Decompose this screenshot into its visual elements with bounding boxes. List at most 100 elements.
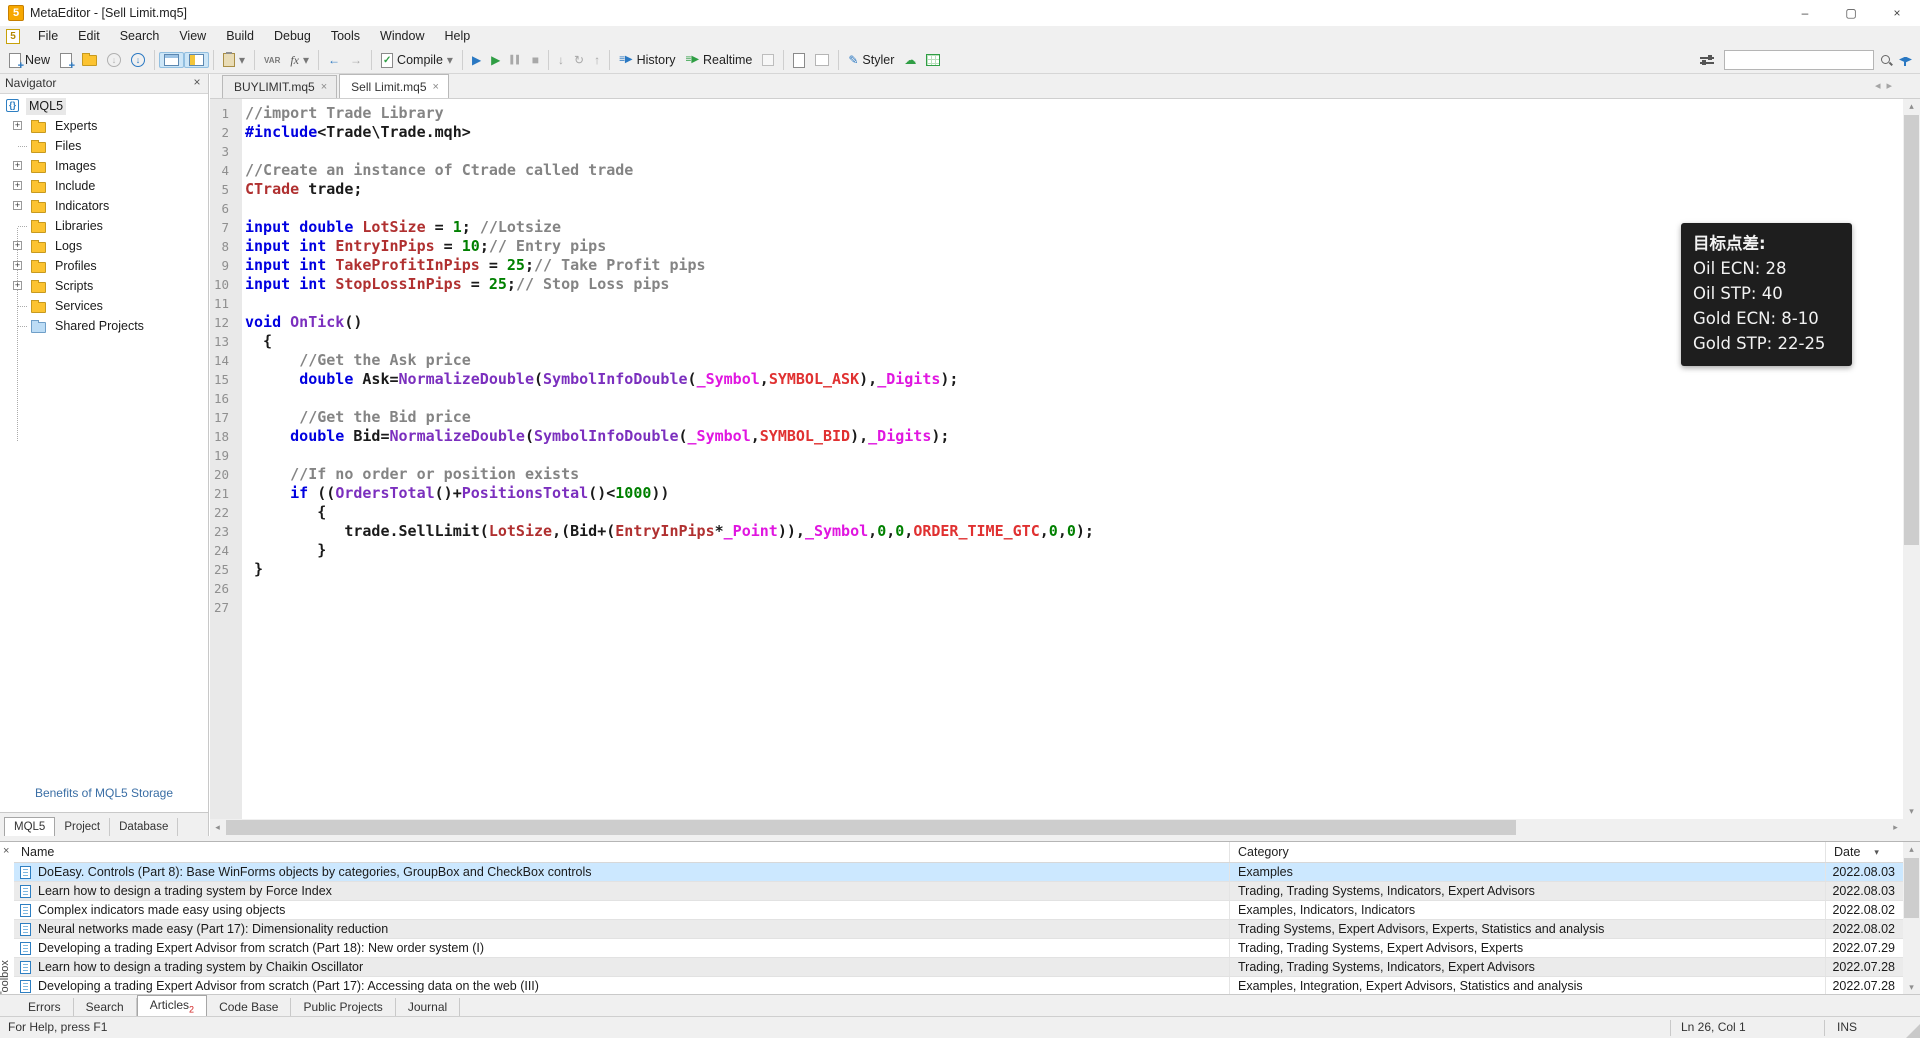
column-header-name[interactable]: Name: [14, 842, 1230, 862]
navigate-forward-button[interactable]: →: [345, 51, 367, 69]
metaquotes-id-button[interactable]: [921, 52, 945, 68]
tree-item-services[interactable]: Services: [0, 296, 208, 316]
function-list-button[interactable]: fx▾: [285, 51, 314, 70]
tree-item-include[interactable]: +Include: [0, 176, 208, 196]
scroll-up-icon[interactable]: ▴: [1903, 842, 1920, 857]
compile-button[interactable]: Compile ▾: [376, 51, 458, 70]
menu-help[interactable]: Help: [434, 26, 480, 47]
layout-snapshot-button[interactable]: [810, 52, 834, 68]
toolbox-tab-errors[interactable]: Errors: [16, 998, 74, 1016]
start-debug-button[interactable]: ▶: [467, 51, 486, 69]
step-into-button[interactable]: ↓: [553, 51, 569, 69]
breakpoint-toggle-button[interactable]: [757, 52, 779, 68]
tree-item-shared-projects[interactable]: Shared Projects: [0, 316, 208, 336]
expand-icon[interactable]: +: [13, 201, 22, 210]
cloud-storage-button[interactable]: ☁: [899, 51, 921, 69]
tree-root-mql5[interactable]: {}MQL5: [0, 96, 208, 116]
menu-tools[interactable]: Tools: [321, 26, 370, 47]
article-row[interactable]: Learn how to design a trading system by …: [14, 882, 1903, 901]
menu-edit[interactable]: Edit: [68, 26, 110, 47]
history-button[interactable]: ≡▶History: [614, 51, 680, 69]
article-row[interactable]: Neural networks made easy (Part 17): Dim…: [14, 920, 1903, 939]
article-row[interactable]: Complex indicators made easy using objec…: [14, 901, 1903, 920]
editor-vertical-scrollbar[interactable]: ▴ ▾: [1903, 99, 1920, 819]
table-scrollbar[interactable]: ▴ ▾: [1903, 842, 1920, 995]
toggle-navigator-button[interactable]: [159, 52, 184, 68]
expand-icon[interactable]: +: [13, 261, 22, 270]
article-row[interactable]: Learn how to design a trading system by …: [14, 958, 1903, 977]
navigate-back-button[interactable]: ←: [323, 51, 345, 69]
toolbox-tab-public-projects[interactable]: Public Projects: [291, 998, 395, 1016]
scroll-thumb[interactable]: [226, 820, 1516, 835]
navigator-tab-project[interactable]: Project: [55, 818, 110, 836]
toolbox-tab-code-base[interactable]: Code Base: [207, 998, 291, 1016]
tree-item-libraries[interactable]: Libraries: [0, 216, 208, 236]
expand-icon[interactable]: +: [13, 281, 22, 290]
editor-tab-buylimit-mq5[interactable]: BUYLIMIT.mq5×: [222, 75, 337, 98]
pause-button[interactable]: ▌▌: [505, 51, 526, 69]
minimize-button[interactable]: –: [1782, 0, 1828, 26]
stop-button[interactable]: ■: [527, 51, 544, 69]
editor-horizontal-scrollbar[interactable]: ◂ ▸: [210, 819, 1903, 836]
scroll-right-icon[interactable]: ▸: [1888, 819, 1903, 836]
maximize-button[interactable]: ▢: [1828, 0, 1874, 26]
scroll-down-icon[interactable]: ▾: [1903, 804, 1920, 819]
realtime-button[interactable]: ≡▶Realtime: [681, 51, 758, 69]
expand-icon[interactable]: +: [13, 181, 22, 190]
step-out-button[interactable]: ↑: [589, 51, 605, 69]
menu-build[interactable]: Build: [216, 26, 264, 47]
article-row[interactable]: Developing a trading Expert Advisor from…: [14, 977, 1903, 995]
styler-button[interactable]: ✎Styler: [843, 51, 899, 69]
toggle-toolbox-button[interactable]: [184, 52, 209, 68]
article-row[interactable]: DoEasy. Controls (Part 8): Base WinForms…: [14, 863, 1903, 882]
scroll-down-icon[interactable]: ▾: [1903, 980, 1920, 995]
tree-item-scripts[interactable]: +Scripts: [0, 276, 208, 296]
open-folder-button[interactable]: [77, 53, 102, 68]
resize-grip[interactable]: [1906, 1024, 1920, 1038]
copy-snapshot-button[interactable]: [788, 51, 810, 70]
scroll-left-icon[interactable]: ◂: [210, 819, 225, 836]
run-button[interactable]: ▶: [486, 51, 505, 69]
close-icon[interactable]: ×: [321, 81, 327, 93]
expand-icon[interactable]: +: [13, 161, 22, 170]
column-header-date[interactable]: Date▾: [1826, 842, 1903, 862]
close-button[interactable]: ×: [1874, 0, 1920, 26]
dropdown-icon[interactable]: ▾: [303, 53, 309, 67]
dropdown-icon[interactable]: ▾: [239, 53, 245, 67]
tree-item-files[interactable]: Files: [0, 136, 208, 156]
mql5-storage-link[interactable]: Benefits of MQL5 Storage: [0, 786, 208, 800]
settings-sliders-icon[interactable]: [1700, 54, 1714, 66]
navigator-tab-database[interactable]: Database: [110, 818, 178, 836]
paste-button[interactable]: ▾: [218, 51, 250, 69]
checkout-button[interactable]: ↓: [102, 51, 126, 69]
column-header-category[interactable]: Category: [1230, 842, 1826, 862]
search-input[interactable]: [1724, 50, 1874, 70]
expand-icon[interactable]: +: [13, 241, 22, 250]
menu-search[interactable]: Search: [110, 26, 170, 47]
tree-item-images[interactable]: +Images: [0, 156, 208, 176]
menu-debug[interactable]: Debug: [264, 26, 321, 47]
menu-file[interactable]: File: [28, 26, 68, 47]
menu-window[interactable]: Window: [370, 26, 434, 47]
new-button[interactable]: New: [4, 51, 55, 70]
scroll-thumb[interactable]: [1904, 115, 1919, 545]
scroll-up-icon[interactable]: ▴: [1903, 99, 1920, 114]
update-storage-button[interactable]: ↓: [126, 51, 150, 69]
search-icon[interactable]: [1880, 54, 1893, 67]
toolbox-close-icon[interactable]: ×: [3, 845, 9, 857]
expand-icon[interactable]: +: [13, 121, 22, 130]
step-over-button[interactable]: ↻: [569, 51, 589, 69]
tree-item-experts[interactable]: +Experts: [0, 116, 208, 136]
new-project-button[interactable]: [55, 51, 77, 70]
code-editor[interactable]: 1//import Trade Library2#include<Trade\T…: [210, 99, 1903, 819]
toolbox-tab-search[interactable]: Search: [74, 998, 137, 1016]
article-row[interactable]: Developing a trading Expert Advisor from…: [14, 939, 1903, 958]
tree-item-indicators[interactable]: +Indicators: [0, 196, 208, 216]
variables-button[interactable]: VAR: [259, 54, 285, 67]
menu-view[interactable]: View: [169, 26, 216, 47]
education-cap-icon[interactable]: [1899, 57, 1912, 66]
tree-item-logs[interactable]: +Logs: [0, 236, 208, 256]
tab-scroll-arrows[interactable]: ◂▸: [1875, 79, 1898, 92]
close-icon[interactable]: ×: [433, 81, 439, 93]
navigator-close-icon[interactable]: ×: [190, 75, 204, 89]
